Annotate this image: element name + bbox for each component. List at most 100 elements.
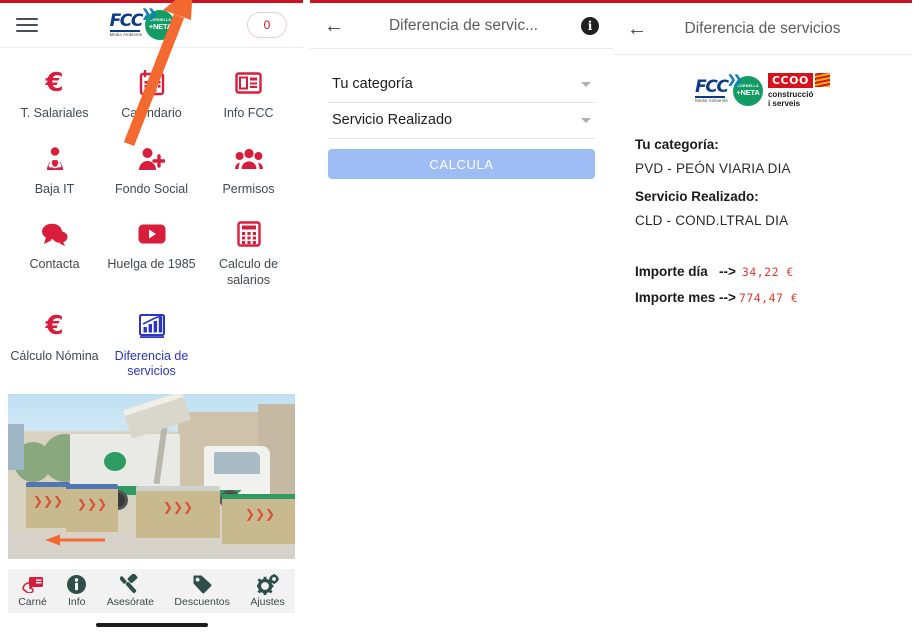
- tag-icon: [192, 574, 212, 594]
- euro-icon: €: [45, 68, 64, 98]
- small-annotation-arrow: [45, 534, 105, 546]
- result-logos: FCC ❯❯ Medio Ambiente CORNELLÀ +NETA CCO…: [613, 55, 912, 114]
- app-icon-grid: € T. Salariales Calendario Info FCC Baja IT F…: [0, 48, 303, 390]
- fcc-wordmark: FCC: [695, 76, 729, 97]
- home-indicator: [95, 623, 208, 627]
- importe-mes-row: Importe mes --> 774,47 €: [635, 290, 890, 305]
- phone-screen-result: ← Diferencia de servicios FCC ❯❯ Medio A…: [613, 0, 912, 639]
- ccoo-logo: CCOO construcció i serveis: [767, 73, 830, 109]
- container: ❯❯❯: [136, 485, 220, 538]
- container: ❯❯❯: [66, 483, 118, 532]
- app-tile-calendar-icon[interactable]: Calendario: [103, 58, 200, 132]
- importe-dia-value: 34,22 €: [741, 265, 794, 280]
- nav-item-ajustes[interactable]: Ajustes: [250, 573, 285, 608]
- chat-bubbles-icon: [41, 217, 68, 251]
- page-title: Diferencia de servicios: [684, 19, 841, 37]
- container: ❯❯❯: [222, 493, 295, 544]
- header-logos: FCC ❯❯ Medio Ambiente CORNELLÀ +NETA: [38, 7, 247, 40]
- calculator-icon: [236, 217, 261, 251]
- page-title: Diferencia de servic...: [388, 16, 539, 34]
- app-tile-add-person-icon[interactable]: Fondo Social: [103, 134, 200, 208]
- chevron-down-icon: [581, 81, 591, 87]
- fcc-wordmark: FCC: [109, 10, 144, 31]
- app-tile-people-group-icon[interactable]: Permisos: [200, 134, 297, 208]
- home-header: FCC ❯❯ Medio Ambiente CORNELLÀ +NETA 0: [0, 3, 303, 48]
- phone-screen-form: ← Diferencia de servic... i Tu categoría…: [310, 0, 613, 639]
- app-tile-label: T. Salariales: [20, 106, 89, 120]
- panel-gap: [303, 0, 310, 639]
- add-person-icon: [138, 142, 165, 176]
- fcc-logo: FCC ❯❯ Medio Ambiente: [695, 74, 743, 103]
- categoria-select[interactable]: Tu categoría: [328, 67, 595, 103]
- youtube-play-icon: [138, 217, 166, 251]
- hamburger-menu-icon[interactable]: [16, 18, 38, 32]
- app-tile-label: Diferencia de servicios: [114, 348, 189, 379]
- truck-logo-circle: [104, 451, 126, 471]
- importe-mes-label: Importe mes -->: [635, 290, 736, 306]
- fcc-subtitle: Medio Ambiente: [109, 31, 143, 37]
- notification-badge[interactable]: 0: [247, 12, 287, 38]
- app-tile-euro-icon[interactable]: € T. Salariales: [6, 58, 103, 132]
- id-card-hand-icon: [21, 574, 44, 594]
- nav-item-label: Descuentos: [174, 596, 230, 608]
- container: ❯❯❯: [26, 481, 70, 528]
- garbage-truck-photo: ❯❯❯ ❯❯❯ ❯❯❯ ❯❯❯: [8, 393, 295, 559]
- app-tile-label: Calendario: [121, 106, 182, 120]
- chevron-down-icon: [581, 117, 591, 123]
- servicio-select[interactable]: Servicio Realizado: [328, 103, 595, 139]
- screenshot-root: FCC ❯❯ Medio Ambiente CORNELLÀ +NETA 0 €…: [0, 0, 919, 639]
- ccoo-wordmark: CCOO: [767, 73, 813, 88]
- euro-icon: €: [45, 310, 64, 341]
- fcc-arrows-icon: ❯❯: [727, 73, 743, 86]
- back-arrow-icon[interactable]: ←: [324, 16, 346, 36]
- nav-item-carn[interactable]: Carné: [18, 574, 47, 608]
- neta-bottom-text: +NETA: [148, 21, 173, 31]
- importe-mes-value: 774,47 €: [738, 291, 799, 306]
- ccoo-subtitle-line1: construcció: [767, 90, 814, 99]
- doctor-icon: [42, 142, 68, 176]
- nav-item-label: Info: [68, 596, 86, 608]
- nav-item-descuentos[interactable]: Descuentos: [174, 574, 230, 608]
- nav-item-label: Carné: [18, 596, 47, 608]
- servicio-select-label: Servicio Realizado: [332, 112, 453, 128]
- gears-icon: [256, 573, 279, 595]
- importe-dia-row: Importe día --> 34,22 €: [635, 264, 890, 279]
- phone-screen-home: FCC ❯❯ Medio Ambiente CORNELLÀ +NETA 0 €…: [0, 0, 303, 639]
- importe-dia-label: Importe día -->: [635, 264, 736, 280]
- app-tile-chat-bubbles-icon[interactable]: Contacta: [6, 209, 103, 298]
- app-tile-label: Contacta: [29, 257, 80, 272]
- ccoo-subtitle-line2: i serveis: [767, 99, 801, 109]
- truck-window: [214, 451, 260, 474]
- app-tile-label: Fondo Social: [115, 181, 188, 196]
- app-tile-euro-icon[interactable]: € Cálculo Nómina: [6, 301, 103, 390]
- app-tile-calculator-icon[interactable]: Calculo de salarios: [200, 209, 297, 298]
- calendar-icon: [139, 66, 165, 100]
- newspaper-icon: [235, 66, 262, 100]
- info-circle-icon: [67, 574, 87, 594]
- back-arrow-icon[interactable]: ←: [627, 19, 649, 39]
- calculate-button[interactable]: CALCULA: [328, 149, 595, 179]
- people-group-icon: [234, 142, 263, 176]
- app-tile-bar-chart-icon[interactable]: Diferencia de servicios: [103, 301, 200, 390]
- form-header: ← Diferencia de servic... i: [310, 3, 613, 49]
- categoria-result-label: Tu categoría:: [635, 137, 719, 153]
- result-body: Tu categoría: PVD - PEÓN VIARIA DIA Serv…: [613, 114, 912, 305]
- app-tile-doctor-icon[interactable]: Baja IT: [6, 134, 103, 208]
- app-tile-label: Calculo de salarios: [218, 257, 279, 287]
- app-tile-label: Permisos: [222, 181, 275, 196]
- app-tile-label: Cálculo Nómina: [10, 348, 99, 363]
- fcc-arrows-icon: ❯❯: [141, 7, 158, 20]
- categoria-select-label: Tu categoría: [332, 76, 413, 92]
- categoria-result-value: PVD - PEÓN VIARIA DIA: [635, 161, 791, 177]
- neta-bottom-text: +NETA: [736, 87, 760, 97]
- result-header: ← Diferencia de servicios: [613, 3, 912, 55]
- fcc-subtitle: Medio Ambiente: [695, 97, 728, 103]
- nav-item-info[interactable]: Info: [67, 574, 87, 608]
- bar-chart-icon: [138, 309, 165, 343]
- info-icon[interactable]: i: [581, 16, 599, 35]
- app-tile-newspaper-icon[interactable]: Info FCC: [200, 58, 297, 132]
- servicio-result-value: CLD - COND.LTRAL DIA: [635, 213, 789, 229]
- nav-item-label: Asesórate: [106, 596, 154, 608]
- nav-item-asesrate[interactable]: Asesórate: [107, 574, 154, 608]
- app-tile-youtube-play-icon[interactable]: Huelga de 1985: [103, 209, 200, 298]
